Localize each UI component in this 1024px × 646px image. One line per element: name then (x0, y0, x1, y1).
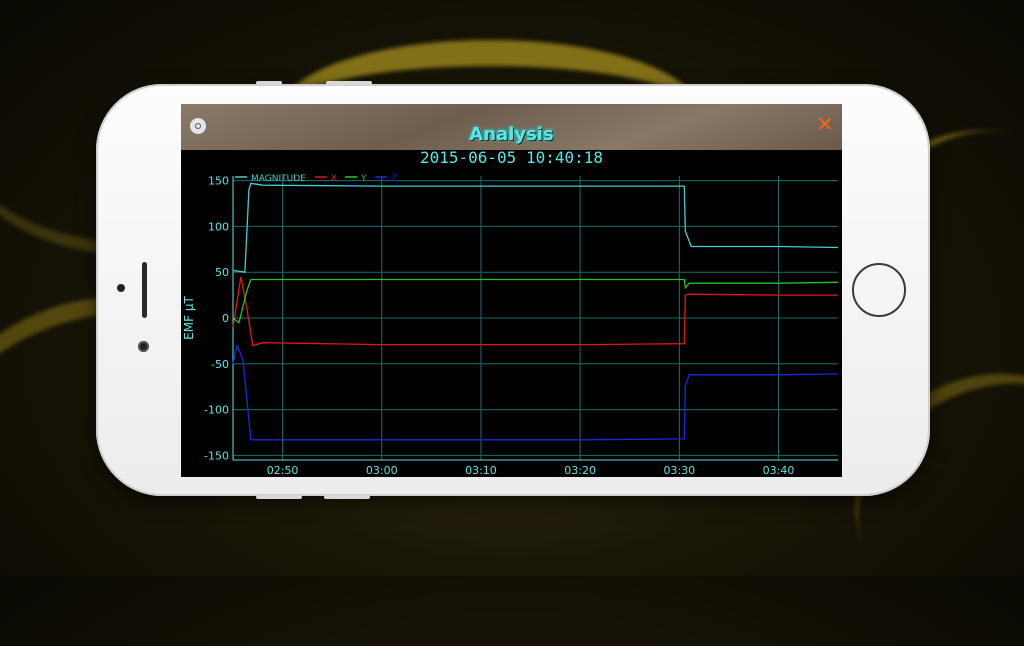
power-button (256, 495, 302, 499)
chart-series (232, 182, 839, 441)
x-tick-label: 02:50 (267, 464, 299, 477)
close-icon[interactable]: ✕ (816, 114, 834, 134)
front-camera (138, 341, 149, 352)
y-tick-label: 100 (208, 220, 229, 233)
chart-axes: 150 100 50 0 -50 -100 -150 02:50 03:00 03:10 03:20… (182, 175, 838, 477)
series-line-x (232, 276, 838, 347)
y-tick-label: 0 (222, 312, 229, 325)
volume-button (256, 81, 282, 85)
emf-chart: 150 100 50 0 -50 -100 -150 02:50 03:00 03:10 03:20… (182, 174, 839, 477)
recording-timestamp: 2015-06-05 10:40:18 (419, 148, 604, 167)
app-title: Analysis (469, 124, 554, 145)
x-tick-label: 03:10 (465, 464, 497, 477)
legend-entry: Y (360, 174, 367, 184)
y-tick-label: -50 (211, 358, 229, 371)
y-tick-label: 50 (215, 266, 229, 279)
series-line-magnitude (232, 182, 839, 273)
home-button[interactable] (852, 263, 906, 317)
volume-button (326, 81, 372, 85)
x-tick-label: 03:20 (564, 464, 596, 477)
legend-entry: MAGNITUDE (251, 174, 306, 184)
side-button (324, 495, 370, 499)
y-tick-label: -150 (204, 449, 229, 462)
proximity-sensor (117, 284, 125, 292)
title-bar: Analysis ✕ (181, 104, 842, 150)
y-tick-label: -100 (204, 404, 229, 417)
x-tick-label: 03:40 (763, 464, 795, 477)
y-tick-label: 150 (208, 175, 229, 188)
series-line-z (232, 343, 839, 441)
x-tick-label: 03:00 (366, 464, 398, 477)
app-screen: Analysis ✕ 2015-06-05 10:40:18 150 100 50 0… (181, 104, 842, 477)
chart-legend: MAGNITUDE X Y Z (235, 174, 397, 184)
x-tick-label: 03:30 (663, 464, 695, 477)
y-axis-label: EMF μT (182, 296, 196, 340)
earpiece-speaker (142, 262, 147, 318)
legend-entry: Z (391, 174, 397, 184)
legend-entry: X (331, 174, 337, 184)
chart-grid (233, 176, 838, 460)
series-line-y (232, 278, 839, 324)
